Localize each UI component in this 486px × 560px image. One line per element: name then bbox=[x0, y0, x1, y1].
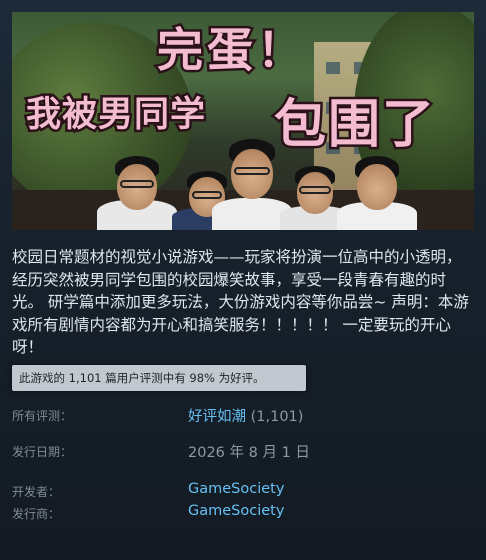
reviews-label: 所有评测： bbox=[12, 409, 73, 423]
game-description: 校园日常题材的视觉小说游戏——玩家将扮演一位高中的小透明，经历突然被男同学包围的… bbox=[12, 248, 469, 356]
reviews-value[interactable]: 好评如潮 (1,101) bbox=[188, 405, 303, 426]
review-count: (1,101) bbox=[250, 409, 304, 425]
developer-label: 开发者： bbox=[12, 485, 61, 499]
publisher-label: 发行商： bbox=[12, 507, 61, 521]
review-summary-link[interactable]: 好评如潮 bbox=[188, 409, 246, 425]
developer-link[interactable]: GameSociety bbox=[188, 481, 284, 497]
capsule-title-line2: 我被男同学 bbox=[23, 93, 207, 138]
capsule-title-line1: 完蛋！ bbox=[155, 21, 307, 80]
release-date-label: 发行日期： bbox=[12, 445, 73, 459]
student-5 bbox=[337, 156, 417, 230]
review-tooltip: 此游戏的 1,101 篇用户评测中有 98% 为好评。 bbox=[12, 365, 306, 391]
game-capsule-image: 完蛋！ 我被男同学 包围了 bbox=[12, 12, 474, 230]
capsule-title-line3: 包围了 bbox=[271, 93, 437, 158]
student-1 bbox=[97, 156, 177, 230]
publisher-link[interactable]: GameSociety bbox=[188, 503, 284, 519]
release-date-value: 2026 年 8 月 1 日 bbox=[188, 445, 310, 461]
